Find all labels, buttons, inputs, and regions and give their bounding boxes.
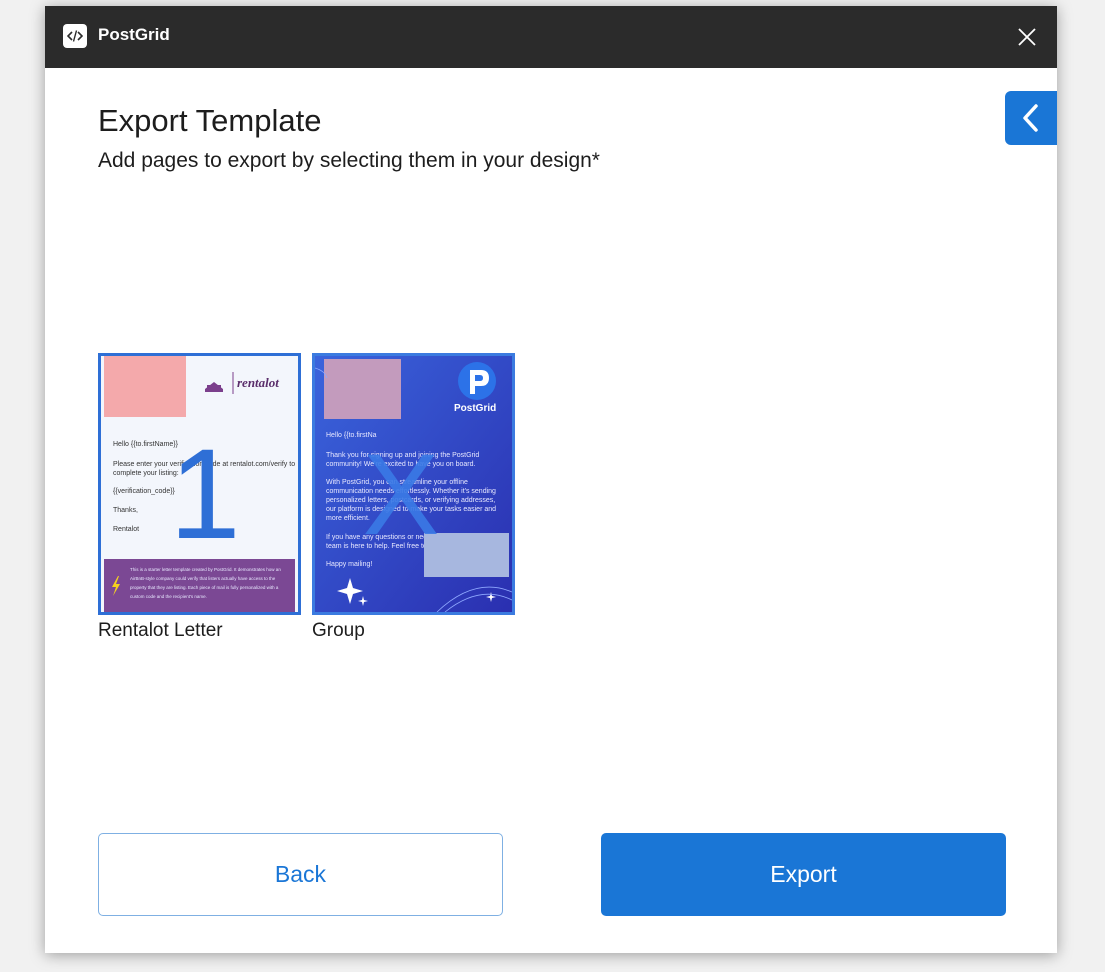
svg-text:Thanks,: Thanks, — [113, 507, 138, 514]
svg-text:Happy mailing!: Happy mailing! — [326, 561, 372, 568]
page-number-badge: 1 — [169, 423, 240, 566]
page-label: Group — [312, 620, 365, 641]
dialog-subtitle: Add pages to export by selecting them in… — [98, 149, 600, 172]
svg-text:property that they are listing: property that they are listing. Each pie… — [130, 585, 279, 590]
export-dialog: PostGrid Export Template Add pages to ex… — [45, 6, 1057, 953]
rentalot-logo: rentalot — [237, 375, 279, 390]
title-bar: PostGrid — [45, 6, 1057, 68]
collapse-panel-button[interactable] — [1005, 91, 1057, 145]
close-icon[interactable] — [1015, 25, 1039, 49]
svg-text:PostGrid: PostGrid — [454, 403, 496, 414]
svg-text:This is a starter letter templ: This is a starter letter template create… — [130, 567, 281, 572]
svg-text:custom code and the recipient': custom code and the recipient's name. — [130, 594, 207, 599]
page-thumbnail-rentalot-letter[interactable]: rentalot Hello {{to.firstName}} Please e… — [98, 353, 301, 642]
svg-text:Rentalot: Rentalot — [113, 526, 139, 533]
page-thumbnail-group[interactable]: PostGrid Hello {{to.firstNa Thank you fo… — [312, 353, 515, 642]
svg-text:AirBnB-style company could ver: AirBnB-style company could verify that l… — [130, 576, 276, 581]
page-preview: PostGrid Hello {{to.firstNa Thank you fo… — [312, 353, 515, 615]
page-number-badge: X — [363, 431, 440, 559]
dialog-title: Export Template — [98, 103, 322, 138]
page-label: Rentalot Letter — [98, 620, 223, 641]
code-brackets-icon — [63, 24, 87, 48]
export-button[interactable]: Export — [601, 833, 1006, 916]
back-button[interactable]: Back — [98, 833, 503, 916]
svg-text:{{verification_code}}: {{verification_code}} — [113, 488, 176, 495]
letter-preview-image: rentalot Hello {{to.firstName}} Please e… — [104, 356, 295, 612]
chevron-left-icon — [1023, 104, 1038, 132]
group-preview-image: PostGrid Hello {{to.firstNa Thank you fo… — [315, 356, 512, 612]
app-name: PostGrid — [98, 25, 170, 44]
page-preview: rentalot Hello {{to.firstName}} Please e… — [98, 353, 301, 615]
